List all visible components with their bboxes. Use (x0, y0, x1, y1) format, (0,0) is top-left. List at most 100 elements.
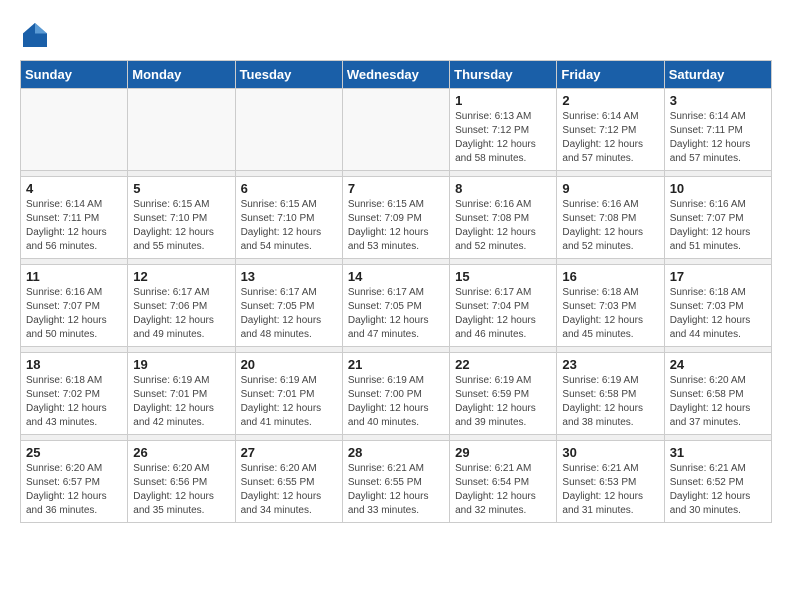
calendar-cell: 28 Sunrise: 6:21 AM Sunset: 6:55 PM Dayli… (342, 441, 449, 523)
calendar-cell (128, 89, 235, 171)
calendar-cell: 31 Sunrise: 6:21 AM Sunset: 6:52 PM Dayli… (664, 441, 771, 523)
calendar-cell: 30 Sunrise: 6:21 AM Sunset: 6:53 PM Dayli… (557, 441, 664, 523)
page-header (20, 20, 772, 50)
day-number: 2 (562, 93, 658, 108)
calendar-cell: 23 Sunrise: 6:19 AM Sunset: 6:58 PM Dayli… (557, 353, 664, 435)
day-number: 26 (133, 445, 229, 460)
calendar-cell: 20 Sunrise: 6:19 AM Sunset: 7:01 PM Dayli… (235, 353, 342, 435)
day-number: 13 (241, 269, 337, 284)
calendar-cell: 21Sunrise: 6:19 AM Sunset: 7:00 PM Dayli… (342, 353, 449, 435)
day-number: 9 (562, 181, 658, 196)
day-info: Sunrise: 6:14 AM Sunset: 7:12 PM Dayligh… (562, 110, 658, 166)
calendar-cell: 13 Sunrise: 6:17 AM Sunset: 7:05 PM Dayli… (235, 265, 342, 347)
day-info: Sunrise: 6:19 AM Sunset: 6:59 PM Dayligh… (455, 374, 551, 430)
day-info: Sunrise: 6:20 AM Sunset: 6:57 PM Dayligh… (26, 462, 122, 518)
day-header-thursday: Thursday (450, 61, 557, 89)
day-number: 29 (455, 445, 551, 460)
day-number: 19 (133, 357, 229, 372)
calendar-cell: 22 Sunrise: 6:19 AM Sunset: 6:59 PM Dayli… (450, 353, 557, 435)
calendar-cell: 26 Sunrise: 6:20 AM Sunset: 6:56 PM Dayli… (128, 441, 235, 523)
calendar-week-row: 18Sunrise: 6:18 AM Sunset: 7:02 PM Dayli… (21, 353, 772, 435)
day-info: Sunrise: 6:21 AM Sunset: 6:52 PM Dayligh… (670, 462, 766, 518)
calendar-cell: 11Sunrise: 6:16 AM Sunset: 7:07 PM Dayli… (21, 265, 128, 347)
calendar-cell: 4 Sunrise: 6:14 AM Sunset: 7:11 PM Daylig… (21, 177, 128, 259)
calendar-cell: 8 Sunrise: 6:16 AM Sunset: 7:08 PM Daylig… (450, 177, 557, 259)
day-info: Sunrise: 6:14 AM Sunset: 7:11 PM Dayligh… (670, 110, 766, 166)
calendar-cell (21, 89, 128, 171)
day-number: 14 (348, 269, 444, 284)
calendar-cell: 5 Sunrise: 6:15 AM Sunset: 7:10 PM Daylig… (128, 177, 235, 259)
day-number: 30 (562, 445, 658, 460)
calendar-cell: 6Sunrise: 6:15 AM Sunset: 7:10 PM Daylig… (235, 177, 342, 259)
day-number: 7 (348, 181, 444, 196)
day-header-friday: Friday (557, 61, 664, 89)
day-info: Sunrise: 6:16 AM Sunset: 7:08 PM Dayligh… (562, 198, 658, 254)
calendar-cell (342, 89, 449, 171)
day-number: 31 (670, 445, 766, 460)
day-info: Sunrise: 6:20 AM Sunset: 6:58 PM Dayligh… (670, 374, 766, 430)
calendar-cell: 9 Sunrise: 6:16 AM Sunset: 7:08 PM Daylig… (557, 177, 664, 259)
calendar-cell: 18Sunrise: 6:18 AM Sunset: 7:02 PM Dayli… (21, 353, 128, 435)
day-info: Sunrise: 6:16 AM Sunset: 7:08 PM Dayligh… (455, 198, 551, 254)
day-number: 11 (26, 269, 122, 284)
day-number: 10 (670, 181, 766, 196)
calendar-cell: 2 Sunrise: 6:14 AM Sunset: 7:12 PM Daylig… (557, 89, 664, 171)
day-info: Sunrise: 6:13 AM Sunset: 7:12 PM Dayligh… (455, 110, 551, 166)
calendar-cell (235, 89, 342, 171)
day-number: 17 (670, 269, 766, 284)
calendar-week-row: 1Sunrise: 6:13 AM Sunset: 7:12 PM Daylig… (21, 89, 772, 171)
day-info: Sunrise: 6:15 AM Sunset: 7:09 PM Dayligh… (348, 198, 444, 254)
day-number: 3 (670, 93, 766, 108)
logo (20, 20, 54, 50)
calendar-cell: 14Sunrise: 6:17 AM Sunset: 7:05 PM Dayli… (342, 265, 449, 347)
day-info: Sunrise: 6:18 AM Sunset: 7:02 PM Dayligh… (26, 374, 122, 430)
calendar-cell: 19 Sunrise: 6:19 AM Sunset: 7:01 PM Dayli… (128, 353, 235, 435)
day-number: 22 (455, 357, 551, 372)
calendar-cell: 15 Sunrise: 6:17 AM Sunset: 7:04 PM Dayli… (450, 265, 557, 347)
calendar-cell: 27 Sunrise: 6:20 AM Sunset: 6:55 PM Dayli… (235, 441, 342, 523)
day-number: 4 (26, 181, 122, 196)
calendar-cell: 12 Sunrise: 6:17 AM Sunset: 7:06 PM Dayli… (128, 265, 235, 347)
calendar-cell: 29 Sunrise: 6:21 AM Sunset: 6:54 PM Dayli… (450, 441, 557, 523)
calendar-week-row: 4 Sunrise: 6:14 AM Sunset: 7:11 PM Daylig… (21, 177, 772, 259)
day-header-wednesday: Wednesday (342, 61, 449, 89)
day-info: Sunrise: 6:20 AM Sunset: 6:56 PM Dayligh… (133, 462, 229, 518)
day-header-tuesday: Tuesday (235, 61, 342, 89)
calendar-week-row: 11Sunrise: 6:16 AM Sunset: 7:07 PM Dayli… (21, 265, 772, 347)
day-info: Sunrise: 6:21 AM Sunset: 6:55 PM Dayligh… (348, 462, 444, 518)
day-info: Sunrise: 6:17 AM Sunset: 7:04 PM Dayligh… (455, 286, 551, 342)
day-info: Sunrise: 6:21 AM Sunset: 6:53 PM Dayligh… (562, 462, 658, 518)
calendar-cell: 25Sunrise: 6:20 AM Sunset: 6:57 PM Dayli… (21, 441, 128, 523)
day-info: Sunrise: 6:15 AM Sunset: 7:10 PM Dayligh… (241, 198, 337, 254)
day-info: Sunrise: 6:18 AM Sunset: 7:03 PM Dayligh… (562, 286, 658, 342)
day-number: 20 (241, 357, 337, 372)
day-info: Sunrise: 6:17 AM Sunset: 7:05 PM Dayligh… (241, 286, 337, 342)
day-info: Sunrise: 6:18 AM Sunset: 7:03 PM Dayligh… (670, 286, 766, 342)
day-info: Sunrise: 6:21 AM Sunset: 6:54 PM Dayligh… (455, 462, 551, 518)
day-info: Sunrise: 6:19 AM Sunset: 7:01 PM Dayligh… (241, 374, 337, 430)
day-number: 27 (241, 445, 337, 460)
calendar-cell: 10 Sunrise: 6:16 AM Sunset: 7:07 PM Dayli… (664, 177, 771, 259)
day-number: 5 (133, 181, 229, 196)
calendar-cell: 1Sunrise: 6:13 AM Sunset: 7:12 PM Daylig… (450, 89, 557, 171)
day-number: 23 (562, 357, 658, 372)
day-info: Sunrise: 6:14 AM Sunset: 7:11 PM Dayligh… (26, 198, 122, 254)
day-number: 15 (455, 269, 551, 284)
calendar-cell: 3 Sunrise: 6:14 AM Sunset: 7:11 PM Daylig… (664, 89, 771, 171)
day-info: Sunrise: 6:20 AM Sunset: 6:55 PM Dayligh… (241, 462, 337, 518)
day-header-saturday: Saturday (664, 61, 771, 89)
day-number: 12 (133, 269, 229, 284)
day-info: Sunrise: 6:17 AM Sunset: 7:06 PM Dayligh… (133, 286, 229, 342)
day-info: Sunrise: 6:19 AM Sunset: 7:01 PM Dayligh… (133, 374, 229, 430)
calendar-header-row: SundayMondayTuesdayWednesdayThursdayFrid… (21, 61, 772, 89)
day-info: Sunrise: 6:16 AM Sunset: 7:07 PM Dayligh… (670, 198, 766, 254)
day-number: 8 (455, 181, 551, 196)
calendar-cell: 16Sunrise: 6:18 AM Sunset: 7:03 PM Dayli… (557, 265, 664, 347)
calendar-week-row: 25Sunrise: 6:20 AM Sunset: 6:57 PM Dayli… (21, 441, 772, 523)
day-number: 24 (670, 357, 766, 372)
day-info: Sunrise: 6:15 AM Sunset: 7:10 PM Dayligh… (133, 198, 229, 254)
day-header-monday: Monday (128, 61, 235, 89)
day-info: Sunrise: 6:19 AM Sunset: 6:58 PM Dayligh… (562, 374, 658, 430)
calendar-cell: 17 Sunrise: 6:18 AM Sunset: 7:03 PM Dayli… (664, 265, 771, 347)
day-number: 28 (348, 445, 444, 460)
